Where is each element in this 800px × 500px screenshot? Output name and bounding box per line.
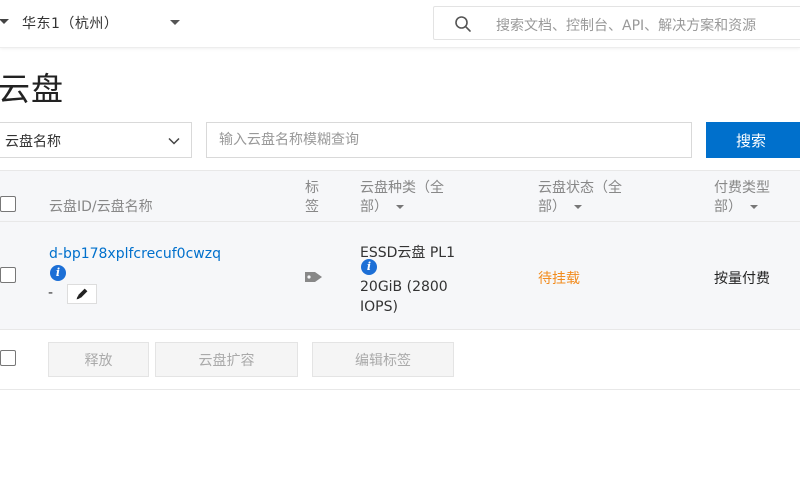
status-badge: 待挂载 <box>538 271 580 287</box>
header-billing-line2: 部） <box>714 199 742 215</box>
caret-down-icon <box>574 205 582 209</box>
batch-select-checkbox[interactable] <box>0 350 16 366</box>
table-row: d-bp178xplfcrecuf0cwzq i - ESSD云盘 PL1 i … <box>0 222 800 330</box>
region-chevron-down-icon[interactable] <box>170 20 180 25</box>
release-button[interactable]: 释放 <box>48 342 149 377</box>
edit-name-button[interactable] <box>67 284 97 304</box>
edit-tags-button[interactable]: 编辑标签 <box>312 342 454 377</box>
row-checkbox[interactable] <box>0 267 16 283</box>
info-icon[interactable]: i <box>361 259 377 275</box>
header-billing-filter[interactable]: 部） <box>714 196 758 218</box>
disk-size: 20GiB (2800 IOPS) <box>360 279 448 315</box>
filter-field-label: 云盘名称 <box>5 134 61 150</box>
select-all-checkbox[interactable] <box>0 196 16 212</box>
pencil-icon <box>76 288 88 300</box>
batch-actions: 释放 云盘扩容 编辑标签 <box>0 330 800 390</box>
caret-down-icon <box>396 205 404 209</box>
page-title: 云盘 <box>0 70 65 108</box>
chevron-down-icon <box>168 137 180 145</box>
table-header: 云盘ID/云盘名称 标 签 云盘种类（全 部） 云盘状态（全 部） 付费类型 部… <box>0 170 800 222</box>
header-status-line2: 部） <box>538 199 566 215</box>
tag-icon[interactable] <box>304 270 324 284</box>
search-icon <box>455 16 471 32</box>
header-status-filter[interactable]: 部） <box>538 196 582 218</box>
global-search-placeholder: 搜索文档、控制台、API、解决方案和资源 <box>496 18 757 34</box>
filter-keyword-input[interactable] <box>206 122 692 158</box>
header-type-line2: 部） <box>360 199 388 215</box>
billing-type: 按量付费 <box>714 271 770 287</box>
region-selector[interactable]: 华东1（杭州） <box>22 13 118 33</box>
disk-name: - <box>48 285 54 301</box>
disk-id-link[interactable]: d-bp178xplfcrecuf0cwzq <box>49 246 221 262</box>
search-button[interactable]: 搜索 <box>706 122 800 158</box>
header-tag-line2: 签 <box>305 199 319 215</box>
caret-down-icon[interactable] <box>0 19 9 24</box>
global-search-input[interactable]: 搜索文档、控制台、API、解决方案和资源 <box>433 6 800 40</box>
caret-down-icon <box>750 205 758 209</box>
filter-field-select[interactable]: 云盘名称 <box>0 122 192 158</box>
header-type-filter[interactable]: 部） <box>360 196 404 218</box>
top-bar: 华东1（杭州） 搜索文档、控制台、API、解决方案和资源 <box>0 0 800 48</box>
header-id-name: 云盘ID/云盘名称 <box>49 199 153 215</box>
resize-disk-button[interactable]: 云盘扩容 <box>155 342 298 377</box>
disk-type: ESSD云盘 PL1 <box>360 245 455 261</box>
info-icon[interactable]: i <box>50 265 66 281</box>
